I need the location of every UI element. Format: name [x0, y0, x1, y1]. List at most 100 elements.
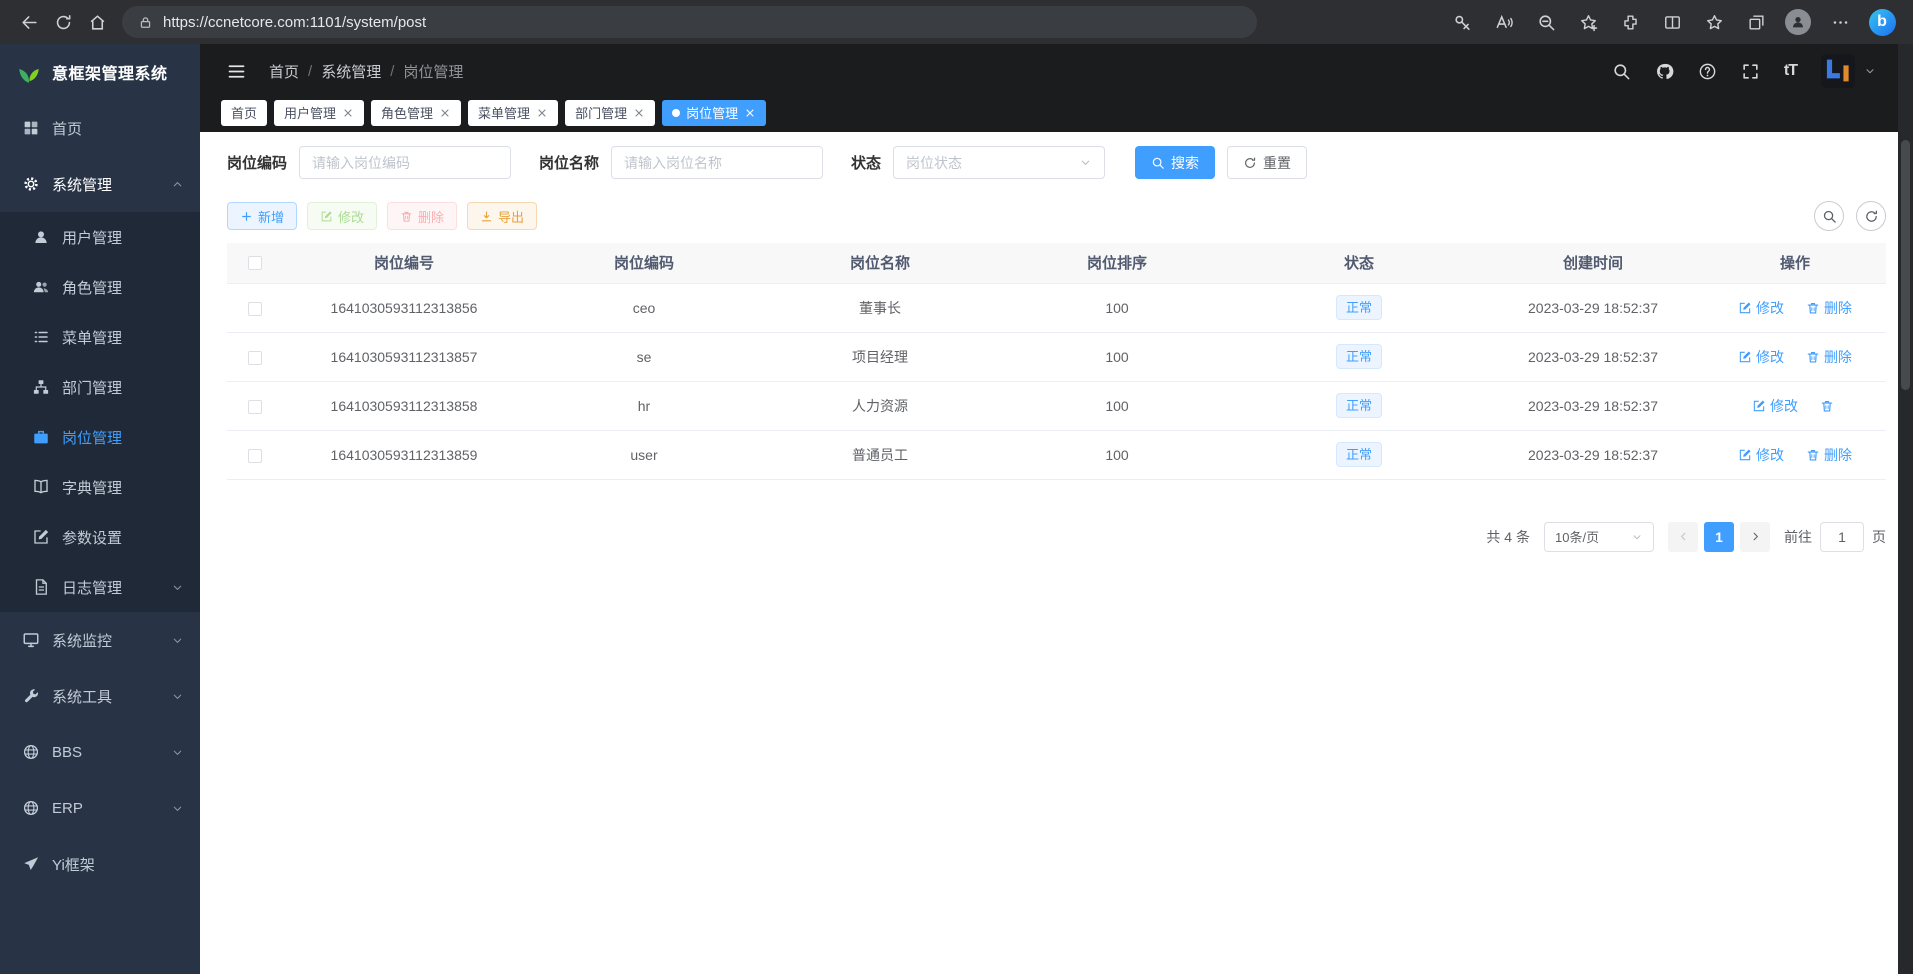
saved-passwords-button[interactable] — [1443, 5, 1481, 39]
split-screen-button[interactable] — [1653, 5, 1691, 39]
user-avatar-dropdown[interactable] — [1821, 54, 1876, 88]
prev-page-button[interactable] — [1668, 522, 1698, 552]
extensions-button[interactable] — [1611, 5, 1649, 39]
app-navbar: 首页 / 系统管理 / 岗位管理 tT — [200, 44, 1898, 98]
row-delete-link[interactable]: 删除 — [1806, 445, 1852, 465]
row-checkbox[interactable] — [248, 400, 262, 414]
app-title: 意框架管理系统 — [52, 60, 168, 84]
chevron-down-icon — [171, 690, 184, 703]
post-code-input[interactable] — [299, 146, 511, 179]
post-name-input[interactable] — [611, 146, 823, 179]
select-all-checkbox[interactable] — [248, 256, 262, 270]
tab-department-management[interactable]: 部门管理 — [565, 100, 655, 126]
sidebar-item-system-management[interactable]: 系统管理 — [0, 156, 200, 212]
tab-role-management[interactable]: 角色管理 — [371, 100, 461, 126]
sidebar-item-role-management[interactable]: 角色管理 — [0, 262, 200, 312]
font-size-icon[interactable]: tT — [1784, 62, 1797, 80]
tab-home[interactable]: 首页 — [221, 100, 267, 126]
help-icon[interactable] — [1698, 62, 1717, 81]
browser-back-button[interactable] — [12, 5, 46, 39]
app-logo[interactable]: 意框架管理系统 — [0, 44, 200, 100]
tab-user-management[interactable]: 用户管理 — [274, 100, 364, 126]
page-size-select[interactable]: 10条/页 — [1544, 522, 1654, 552]
collections-button[interactable] — [1737, 5, 1775, 39]
row-checkbox[interactable] — [248, 449, 262, 463]
export-button[interactable]: 导出 — [467, 202, 537, 230]
sidebar-item-home[interactable]: 首页 — [0, 100, 200, 156]
briefcase-icon — [32, 428, 50, 446]
sidebar-item-yi-framework[interactable]: Yi框架 — [0, 836, 200, 892]
sidebar-item-erp[interactable]: ERP — [0, 780, 200, 836]
goto-page-input[interactable] — [1820, 522, 1864, 552]
browser-settings-menu-button[interactable] — [1821, 5, 1859, 39]
address-bar[interactable]: https://ccnetcore.com:1101/system/post — [122, 6, 1257, 38]
sidebar-item-department-management[interactable]: 部门管理 — [0, 362, 200, 412]
close-icon[interactable] — [536, 107, 548, 119]
sidebar-item-bbs[interactable]: BBS — [0, 724, 200, 780]
row-delete-link[interactable]: 删除 — [1806, 347, 1852, 367]
close-icon[interactable] — [439, 107, 451, 119]
sidebar-item-menu-management[interactable]: 菜单管理 — [0, 312, 200, 362]
row-edit-link[interactable]: 修改 — [1738, 298, 1784, 318]
sidebar-item-parameter-settings[interactable]: 参数设置 — [0, 512, 200, 562]
read-aloud-button[interactable] — [1485, 5, 1523, 39]
sidebar-item-system-monitoring[interactable]: 系统监控 — [0, 612, 200, 668]
sidebar-item-post-management[interactable]: 岗位管理 — [0, 412, 200, 462]
status-select[interactable]: 岗位状态 — [893, 146, 1105, 179]
status-badge: 正常 — [1336, 393, 1382, 418]
row-edit-link[interactable]: 修改 — [1752, 396, 1798, 416]
bing-sidebar-button[interactable]: b — [1863, 5, 1901, 39]
cell-post-id: 1641030593112313858 — [282, 381, 526, 430]
sidebar: 意框架管理系统 首页 系统管理 用户管理 — [0, 44, 200, 974]
toolbar-right-actions — [1814, 201, 1886, 231]
tab-post-management[interactable]: 岗位管理 — [662, 100, 766, 126]
row-checkbox[interactable] — [248, 302, 262, 316]
add-button[interactable]: 新增 — [227, 202, 297, 230]
row-delete-link[interactable]: 删除 — [1806, 298, 1852, 318]
browser-profile-button[interactable] — [1779, 5, 1817, 39]
sidebar-item-log-management[interactable]: 日志管理 — [0, 562, 200, 612]
browser-refresh-button[interactable] — [46, 5, 80, 39]
sidebar-item-dictionary-management[interactable]: 字典管理 — [0, 462, 200, 512]
zoom-button[interactable] — [1527, 5, 1565, 39]
favorites-button[interactable] — [1695, 5, 1733, 39]
sidebar-item-label: BBS — [52, 744, 82, 761]
row-delete-link[interactable] — [1820, 399, 1838, 413]
cell-post-code: se — [526, 332, 762, 381]
tab-label: 岗位管理 — [686, 103, 738, 122]
browser-home-button[interactable] — [80, 5, 114, 39]
search-icon — [1151, 156, 1165, 170]
filter-bar: 岗位编码 岗位名称 状态 岗位状态 搜索 — [227, 146, 1886, 179]
sidebar-item-user-management[interactable]: 用户管理 — [0, 212, 200, 262]
sidebar-item-system-tools[interactable]: 系统工具 — [0, 668, 200, 724]
header-search-icon[interactable] — [1612, 62, 1631, 81]
close-icon[interactable] — [744, 107, 756, 119]
site-security-icon[interactable] — [138, 15, 153, 30]
close-icon[interactable] — [342, 107, 354, 119]
next-page-button[interactable] — [1740, 522, 1770, 552]
row-checkbox[interactable] — [248, 351, 262, 365]
breadcrumb-home[interactable]: 首页 — [269, 61, 299, 82]
status-badge: 正常 — [1336, 295, 1382, 320]
github-icon[interactable] — [1655, 62, 1674, 81]
page-number-button[interactable]: 1 — [1704, 522, 1734, 552]
add-favorite-button[interactable] — [1569, 5, 1607, 39]
page-scrollbar[interactable] — [1898, 44, 1913, 974]
row-edit-link[interactable]: 修改 — [1738, 445, 1784, 465]
breadcrumb-separator: / — [390, 63, 394, 80]
table-row: 1641030593112313858 hr 人力资源 100 正常 2023-… — [227, 381, 1886, 430]
reset-button[interactable]: 重置 — [1227, 146, 1307, 179]
cell-post-name: 普通员工 — [762, 430, 998, 479]
close-icon[interactable] — [633, 107, 645, 119]
refresh-table-button[interactable] — [1856, 201, 1886, 231]
scrollbar-thumb[interactable] — [1901, 140, 1910, 390]
sidebar-toggle-icon[interactable] — [226, 61, 247, 82]
tab-menu-management[interactable]: 菜单管理 — [468, 100, 558, 126]
search-button[interactable]: 搜索 — [1135, 146, 1215, 179]
fullscreen-icon[interactable] — [1741, 62, 1760, 81]
breadcrumb-section[interactable]: 系统管理 — [321, 61, 381, 82]
row-edit-link[interactable]: 修改 — [1738, 347, 1784, 367]
show-search-toggle-button[interactable] — [1814, 201, 1844, 231]
post-code-label: 岗位编码 — [227, 152, 287, 173]
header-post-sort: 岗位排序 — [998, 243, 1236, 283]
